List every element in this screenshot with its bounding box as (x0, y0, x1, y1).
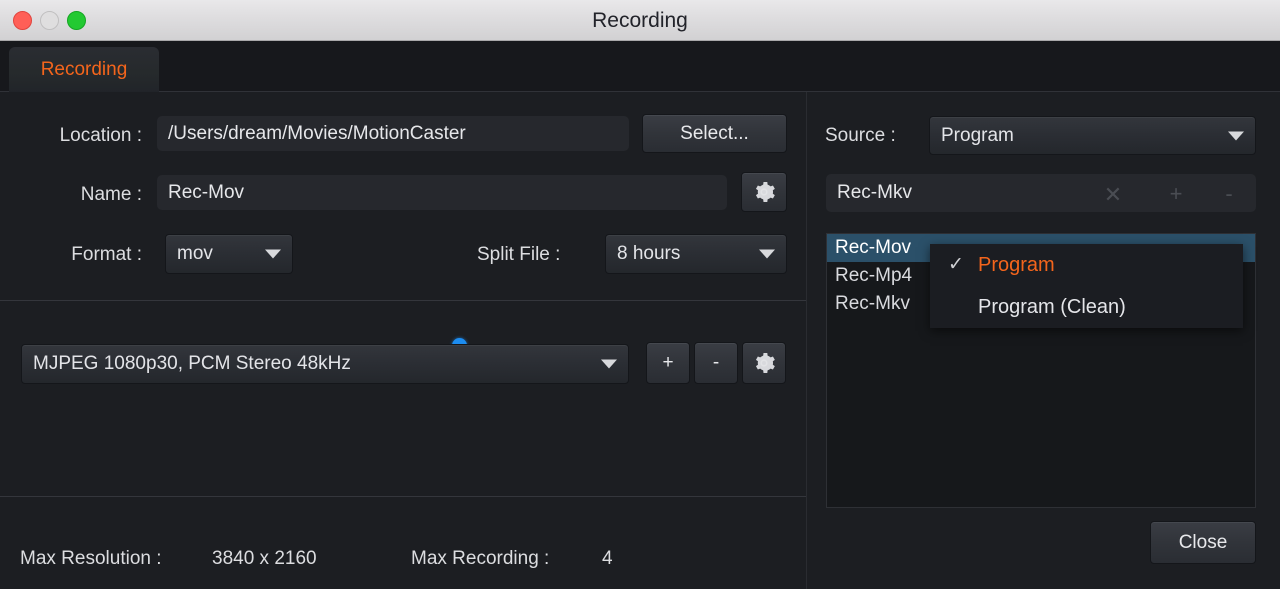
panel-divider-horizontal-top (0, 300, 806, 301)
menu-item-program-clean[interactable]: Program (Clean) (930, 286, 1243, 328)
tab-strip: Recording (0, 41, 1280, 93)
close-button[interactable]: Close (1150, 521, 1256, 564)
chevron-down-icon (601, 359, 617, 369)
name-label: Name : (80, 184, 142, 205)
menu-item-program[interactable]: ✓ Program (930, 244, 1243, 286)
add-preset-button[interactable]: + (1163, 180, 1189, 208)
format-combobox[interactable]: mov (165, 234, 293, 274)
source-combobox[interactable]: Program (929, 116, 1256, 155)
max-recording-label: Max Recording : (411, 548, 550, 569)
codec-value: MJPEG 1080p30, PCM Stereo 48kHz (33, 353, 351, 374)
panel-divider-vertical (806, 92, 807, 589)
window-titlebar: Recording (0, 0, 1280, 41)
source-label: Source : (825, 125, 896, 146)
source-dropdown-menu: ✓ Program Program (Clean) (930, 244, 1243, 328)
add-codec-button[interactable]: + (646, 342, 690, 384)
chevron-down-icon (1228, 131, 1244, 140)
dialog-body: Location : /Users/dream/Movies/MotionCas… (0, 92, 1280, 589)
chevron-down-icon (265, 249, 281, 259)
split-file-value: 8 hours (617, 243, 681, 264)
codec-settings-button[interactable] (742, 342, 786, 384)
chevron-down-icon (759, 249, 775, 259)
name-input[interactable]: Rec-Mov (157, 175, 727, 210)
source-value: Program (941, 124, 1014, 146)
remove-preset-button[interactable]: - (1216, 180, 1242, 208)
max-recording-value: 4 (602, 548, 613, 569)
location-label: Location : (59, 125, 142, 146)
codec-combobox[interactable]: MJPEG 1080p30, PCM Stereo 48kHz (21, 344, 629, 384)
format-value: mov (177, 243, 213, 264)
format-label: Format : (71, 244, 142, 265)
menu-item-label: Program (Clean) (978, 296, 1126, 318)
gear-icon (755, 182, 775, 202)
check-icon: ✓ (948, 254, 964, 275)
split-file-label: Split File : (477, 244, 561, 265)
select-location-button[interactable]: Select... (642, 114, 787, 153)
clear-circle-icon[interactable]: ✕ (1100, 182, 1126, 208)
name-settings-button[interactable] (741, 172, 787, 212)
split-file-combobox[interactable]: 8 hours (605, 234, 787, 274)
max-resolution-value: 3840 x 2160 (212, 548, 317, 569)
location-input[interactable]: /Users/dream/Movies/MotionCaster (157, 116, 629, 151)
window-title: Recording (592, 9, 688, 32)
preset-name-input[interactable]: Rec-Mkv (826, 174, 1256, 212)
max-resolution-label: Max Resolution : (20, 548, 162, 569)
panel-divider-horizontal-bottom (0, 496, 806, 497)
tab-recording[interactable]: Recording (9, 47, 159, 93)
menu-item-label: Program (978, 254, 1055, 276)
gear-icon (755, 353, 775, 373)
remove-codec-button[interactable]: - (694, 342, 738, 384)
